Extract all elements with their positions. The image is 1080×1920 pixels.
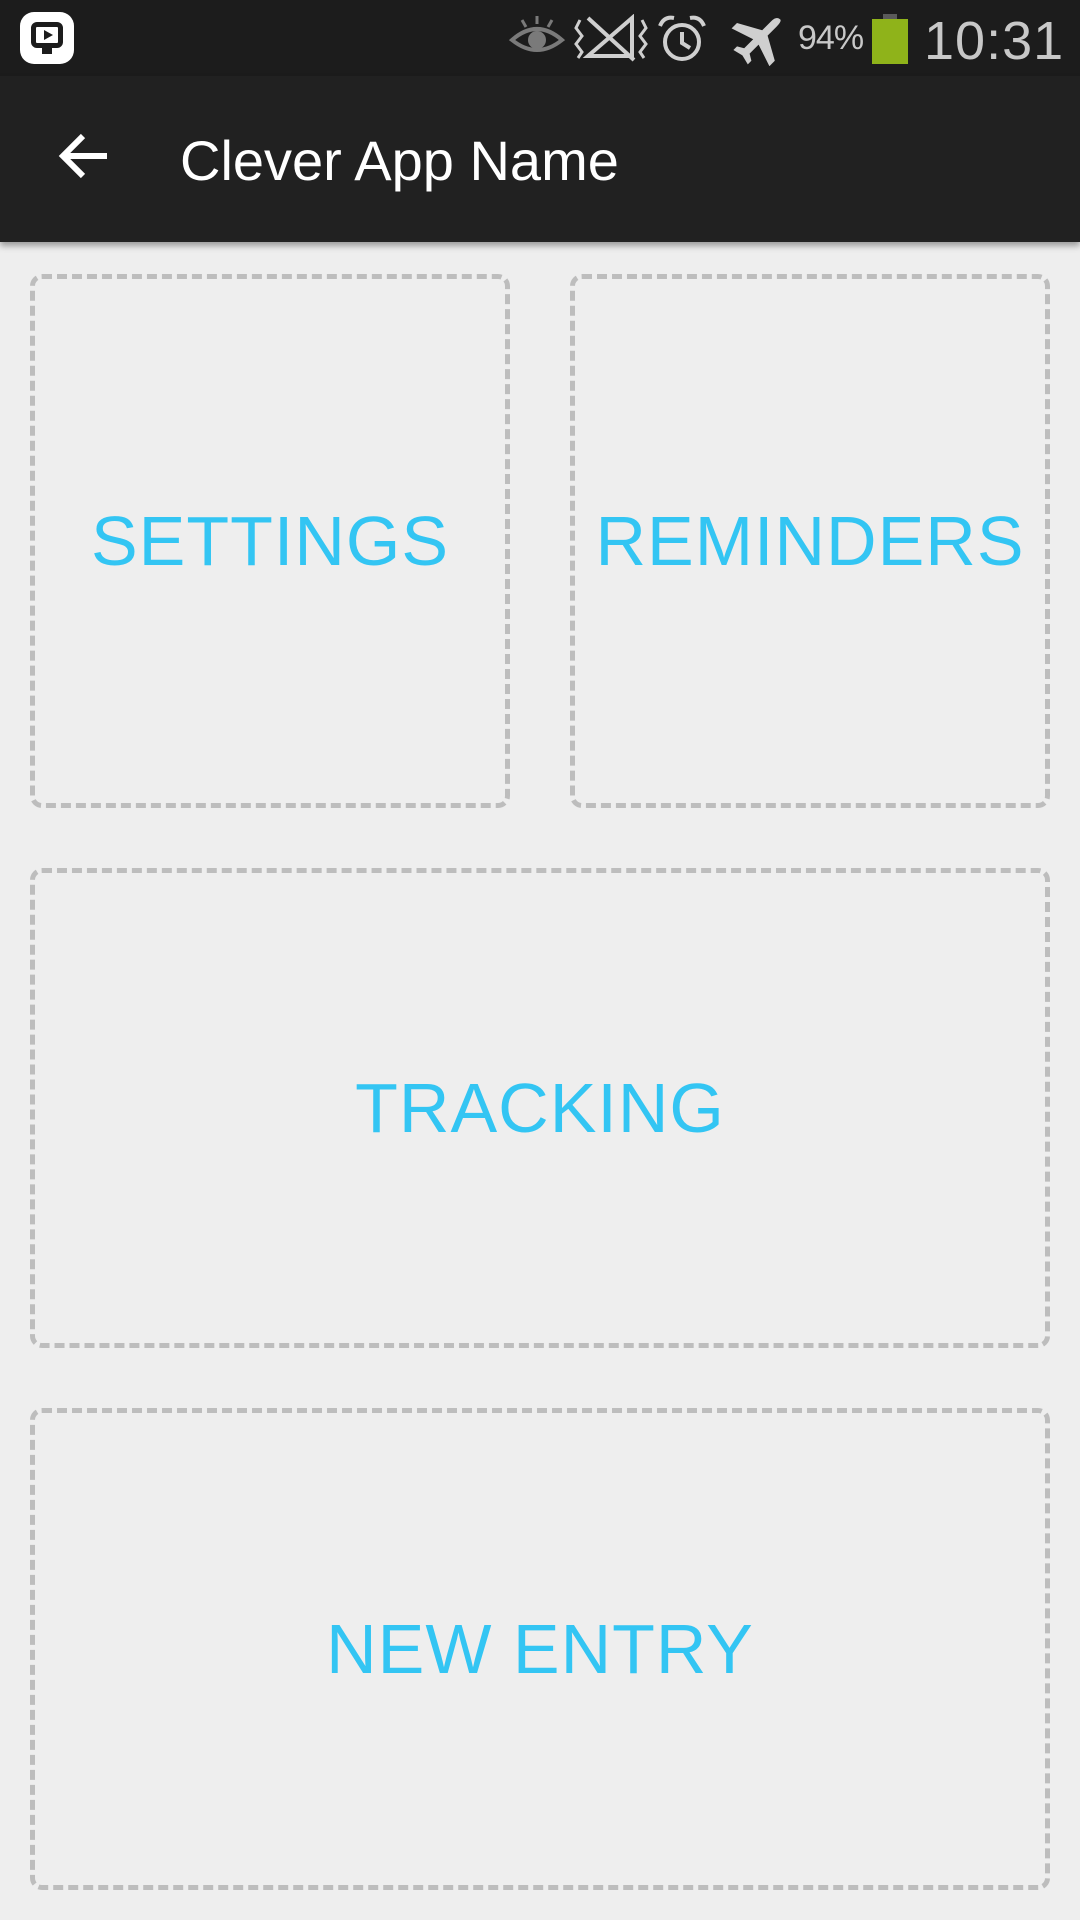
settings-label: SETTINGS xyxy=(90,502,450,580)
eye-icon xyxy=(508,14,566,62)
new-entry-label: NEW ENTRY xyxy=(326,1610,754,1688)
page-title: Clever App Name xyxy=(180,129,619,192)
battery-percent: 94% xyxy=(798,19,864,57)
arrow-left-icon xyxy=(57,132,111,185)
status-clock: 10:31 xyxy=(924,11,1065,71)
back-button[interactable] xyxy=(44,118,124,198)
app-bar: Clever App Name xyxy=(0,76,1080,242)
tracking-label: TRACKING xyxy=(355,1069,725,1147)
airplane-mode-icon xyxy=(728,14,790,66)
settings-tile[interactable]: SETTINGS xyxy=(30,274,510,808)
app-notification-icon xyxy=(20,12,74,64)
battery-icon xyxy=(872,14,908,64)
no-signal-icon xyxy=(574,14,648,62)
alarm-icon xyxy=(656,14,708,64)
reminders-label: REMINDERS xyxy=(595,502,1025,580)
tracking-tile[interactable]: TRACKING xyxy=(30,868,1050,1348)
reminders-tile[interactable]: REMINDERS xyxy=(570,274,1050,808)
new-entry-tile[interactable]: NEW ENTRY xyxy=(30,1408,1050,1890)
status-bar: 94% 10:31 xyxy=(0,0,1080,76)
